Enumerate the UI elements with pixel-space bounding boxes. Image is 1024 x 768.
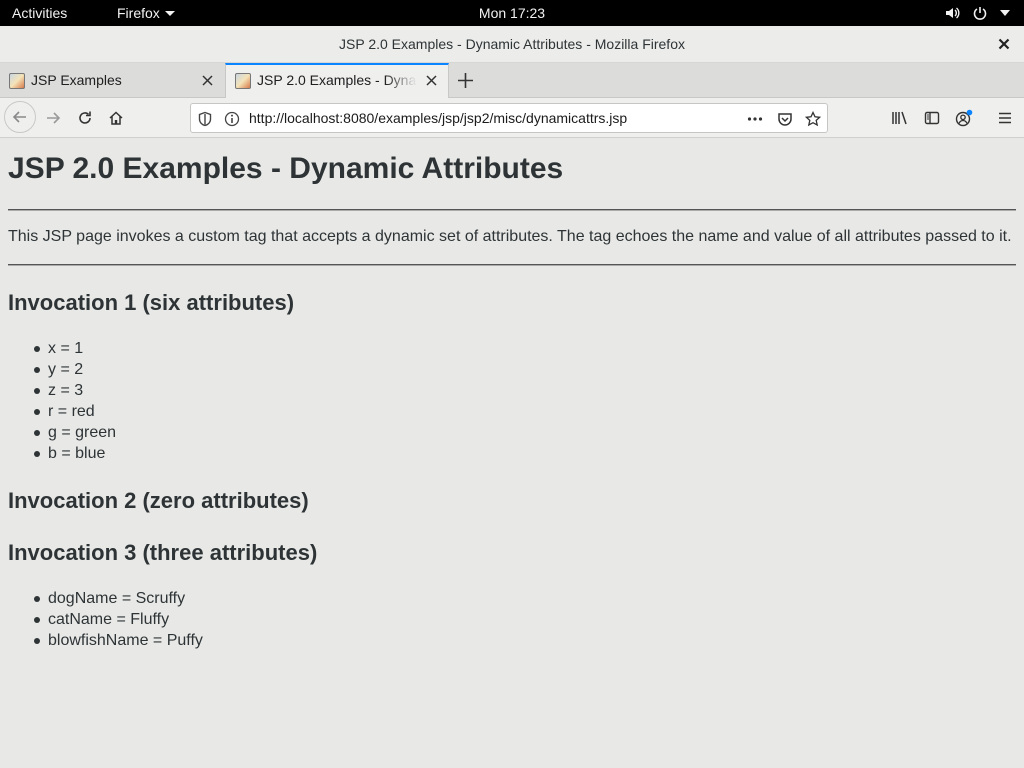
power-icon — [973, 7, 987, 20]
pocket-icon[interactable] — [777, 111, 793, 127]
arrow-left-icon — [12, 111, 26, 123]
invocation-1-heading: Invocation 1 (six attributes) — [8, 290, 295, 315]
system-top-bar: Activities Firefox Mon 17:23 — [0, 0, 1024, 26]
tab-dynamic-attributes[interactable]: JSP 2.0 Examples - Dynamic Attributes — [225, 63, 449, 99]
back-button[interactable] — [4, 101, 36, 133]
tab-strip: JSP Examples JSP 2.0 Examples - Dynamic … — [0, 63, 1024, 99]
close-icon[interactable] — [996, 36, 1012, 52]
home-button[interactable] — [101, 103, 131, 133]
list-item: x = 1 — [33, 338, 116, 359]
invocation-1-list: x = 1 y = 2 z = 3 r = red g = green b = … — [33, 338, 117, 464]
list-item: g = green — [33, 424, 117, 441]
close-icon[interactable] — [425, 74, 438, 87]
home-icon — [109, 111, 123, 125]
info-icon[interactable] — [224, 111, 240, 127]
clock[interactable]: Mon 17:23 — [0, 0, 1024, 26]
library-icon — [892, 111, 907, 125]
more-options-icon[interactable] — [747, 111, 763, 127]
close-icon[interactable] — [201, 74, 214, 87]
tab-label: JSP Examples — [31, 72, 122, 88]
favicon-icon — [235, 73, 251, 89]
list-item: y = 2 — [33, 359, 116, 380]
window-title: JSP 2.0 Examples - Dynamic Attributes - … — [339, 36, 685, 52]
navigation-toolbar: http://localhost:8080/examples/jsp/jsp2/… — [0, 98, 1024, 138]
page-content: JSP 2.0 Examples - Dynamic Attributes Th… — [0, 139, 1024, 768]
list-item: blowfishName = Puffy — [34, 632, 203, 649]
invocation-3-list: dogName = Scruffy catName = Fluffy blowf… — [34, 588, 203, 651]
list-item: r = red — [33, 401, 116, 422]
intro-paragraph: This JSP page invokes a custom tag that … — [8, 228, 1012, 245]
system-tray[interactable] — [944, 0, 1010, 26]
reload-icon — [79, 111, 91, 124]
volume-icon — [946, 7, 960, 19]
tab-label: JSP 2.0 Examples - Dynamic Attributes — [257, 72, 417, 88]
list-item: z = 3 — [33, 380, 116, 401]
reload-button[interactable] — [70, 103, 100, 133]
url-text[interactable]: http://localhost:8080/examples/jsp/jsp2/… — [249, 104, 627, 132]
list-item: catName = Fluffy — [34, 609, 203, 630]
library-button[interactable] — [885, 103, 915, 133]
main-menu-button[interactable] — [990, 103, 1020, 133]
shield-icon[interactable] — [197, 111, 213, 127]
account-icon — [955, 109, 973, 127]
window-title-bar: JSP 2.0 Examples - Dynamic Attributes - … — [0, 26, 1024, 63]
page-heading: JSP 2.0 Examples - Dynamic Attributes — [8, 152, 564, 185]
url-bar[interactable]: http://localhost:8080/examples/jsp/jsp2/… — [190, 103, 828, 133]
list-item: b = blue — [33, 443, 116, 464]
list-item: dogName = Scruffy — [34, 588, 203, 609]
forward-button[interactable] — [38, 103, 68, 133]
favicon-icon — [9, 73, 25, 89]
plus-icon[interactable] — [457, 72, 474, 89]
bookmark-star-icon[interactable] — [805, 111, 821, 127]
horizontal-rule — [8, 264, 1016, 266]
hamburger-menu-icon — [999, 112, 1011, 124]
sidebar-icon — [924, 111, 940, 125]
account-button[interactable] — [949, 103, 979, 133]
tab-jsp-examples[interactable]: JSP Examples — [0, 63, 224, 98]
invocation-2-heading: Invocation 2 (zero attributes) — [8, 488, 309, 513]
chevron-down-icon — [1000, 10, 1010, 16]
invocation-3-heading: Invocation 3 (three attributes) — [8, 540, 318, 565]
arrow-right-icon — [47, 112, 61, 124]
horizontal-rule — [8, 209, 1016, 211]
sidebar-button[interactable] — [917, 103, 947, 133]
